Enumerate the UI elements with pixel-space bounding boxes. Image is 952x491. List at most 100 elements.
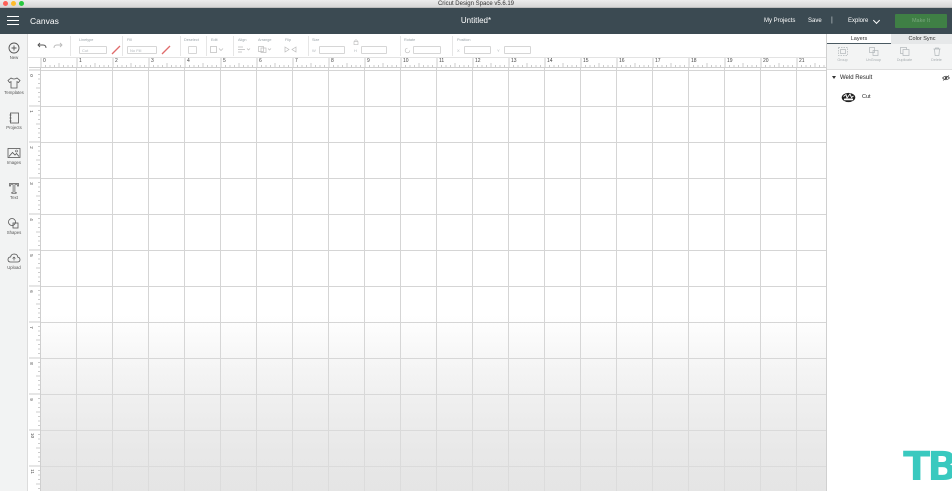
- visibility-icon[interactable]: [942, 75, 950, 81]
- tab-layers[interactable]: Layers: [827, 34, 891, 44]
- tab-color-sync[interactable]: Color Sync: [891, 34, 952, 44]
- sidebar-item-templates[interactable]: Templates: [0, 77, 28, 95]
- fill-color-icon[interactable]: [161, 45, 171, 55]
- ruler-number: 7: [295, 58, 298, 64]
- edit-control[interactable]: Edit: [206, 36, 228, 56]
- ruler-number: 20: [763, 58, 769, 64]
- vertical-ruler-ticks: [29, 69, 40, 489]
- arrange-icon: [258, 46, 272, 53]
- shapes-icon: [8, 218, 19, 229]
- delete-button[interactable]: Delete: [921, 47, 952, 62]
- deselect-control[interactable]: Deselect: [180, 36, 206, 56]
- ruler-number: 0: [43, 58, 46, 64]
- height-input[interactable]: [361, 46, 387, 54]
- arrange-label: Arrange: [258, 38, 272, 42]
- align-icon: [238, 46, 251, 53]
- ruler-number: 9: [367, 58, 370, 64]
- layer-item-cut[interactable]: Cut: [827, 90, 952, 104]
- sidebar-item-images[interactable]: Images: [0, 147, 28, 165]
- linetype-control[interactable]: Linetype Cut: [70, 36, 122, 56]
- delete-icon: [933, 47, 940, 56]
- ruler-number: 12: [475, 58, 481, 64]
- flip-control[interactable]: Flip: [281, 36, 303, 56]
- ruler-number: 6: [259, 58, 262, 64]
- ruler-number: 4: [187, 58, 190, 64]
- position-label: Position: [457, 38, 471, 42]
- ruler-number: 17: [655, 58, 661, 64]
- edit-menu-icon: [210, 46, 224, 53]
- make-it-button[interactable]: Make It: [895, 14, 947, 28]
- sidebar-label-images: Images: [6, 160, 22, 165]
- my-projects-link[interactable]: My Projects: [764, 8, 795, 34]
- plus-circle-icon: [8, 42, 20, 54]
- position-control[interactable]: Position X Y: [452, 36, 562, 56]
- rotate-input[interactable]: [413, 46, 441, 54]
- undo-icon[interactable]: [37, 42, 47, 50]
- header-separator: |: [831, 17, 833, 24]
- ruler-number: 5: [29, 254, 34, 257]
- duplicate-button[interactable]: Duplicate: [889, 47, 920, 62]
- group-icon: [837, 47, 848, 56]
- size-w-label: W: [312, 48, 316, 53]
- arrange-control[interactable]: Arrange: [255, 36, 281, 56]
- sidebar-item-projects[interactable]: Projects: [0, 112, 28, 130]
- design-canvas[interactable]: [41, 68, 826, 491]
- layer-actions: Group UnGroup Duplicate Delete: [827, 44, 952, 70]
- document-title: Untitled*: [460, 16, 492, 25]
- position-x-input[interactable]: [464, 46, 491, 54]
- text-t-icon: [9, 183, 19, 194]
- group-button[interactable]: Group: [827, 47, 858, 62]
- shirt-icon: [7, 77, 21, 89]
- layer-group-weld-result[interactable]: Weld Result: [827, 72, 952, 84]
- ruler-number: 1: [29, 110, 34, 113]
- ruler-number: 2: [29, 146, 34, 149]
- explore-menu[interactable]: Explore: [848, 8, 868, 34]
- save-button[interactable]: Save: [808, 8, 822, 34]
- ruler-number: 4: [29, 218, 34, 221]
- ungroup-label: UnGroup: [866, 58, 881, 62]
- lock-icon[interactable]: [353, 39, 359, 45]
- ruler-number: 19: [727, 58, 733, 64]
- ruler-number: 15: [583, 58, 589, 64]
- sidebar-item-new[interactable]: New: [0, 42, 28, 60]
- horizontal-ruler: 0 1 2 3 4 5 6 7 8 9 10 11 12 13 14 15 16 17 18 19 20 21: [29, 58, 826, 68]
- sidebar-item-text[interactable]: Text: [0, 182, 28, 200]
- ungroup-button[interactable]: UnGroup: [858, 47, 889, 62]
- ruler-number: 5: [223, 58, 226, 64]
- sidebar-item-upload[interactable]: Upload: [0, 252, 28, 270]
- fill-control[interactable]: Fill No Fill: [122, 36, 172, 56]
- linetype-value: Cut: [82, 48, 89, 53]
- width-input[interactable]: [319, 46, 345, 54]
- chevron-down-icon[interactable]: [872, 16, 881, 25]
- layer-group-title: Weld Result: [840, 75, 873, 81]
- upload-cloud-icon: [7, 253, 21, 263]
- sidebar-label-shapes: Shapes: [6, 230, 22, 235]
- hamburger-menu-icon[interactable]: [7, 16, 19, 25]
- layer-thumbnail-icon: [841, 92, 856, 103]
- edit-toolbar: Linetype Cut Fill No Fill Deselect Edit …: [28, 34, 826, 58]
- ungroup-icon: [868, 47, 878, 56]
- size-control[interactable]: Size W H: [308, 36, 398, 56]
- sidebar-item-shapes[interactable]: Shapes: [0, 217, 28, 235]
- ruler-number: 1: [79, 58, 82, 64]
- linetype-color-icon[interactable]: [111, 45, 121, 55]
- caret-down-icon[interactable]: [832, 76, 836, 79]
- position-x-label: X: [457, 48, 460, 53]
- sidebar-label-upload: Upload: [7, 265, 21, 270]
- rotate-control[interactable]: Rotate: [400, 36, 446, 56]
- size-h-label: H: [354, 48, 357, 53]
- watermark-logo: TB: [903, 444, 952, 490]
- align-label: Align: [238, 38, 247, 42]
- vertical-ruler: 0 1 2 3 4 5 6 7 8 9 10 11: [29, 68, 41, 491]
- ruler-number: 11: [439, 58, 445, 64]
- align-control[interactable]: Align: [233, 36, 255, 56]
- ruler-number: 3: [151, 58, 154, 64]
- redo-icon[interactable]: [53, 42, 63, 50]
- position-y-input[interactable]: [504, 46, 531, 54]
- projects-icon: [9, 112, 19, 124]
- section-label: Canvas: [30, 16, 59, 26]
- layer-label: Cut: [862, 94, 871, 100]
- ruler-number: 0: [29, 74, 34, 77]
- rotate-icon: [404, 47, 411, 54]
- edit-label: Edit: [211, 38, 218, 42]
